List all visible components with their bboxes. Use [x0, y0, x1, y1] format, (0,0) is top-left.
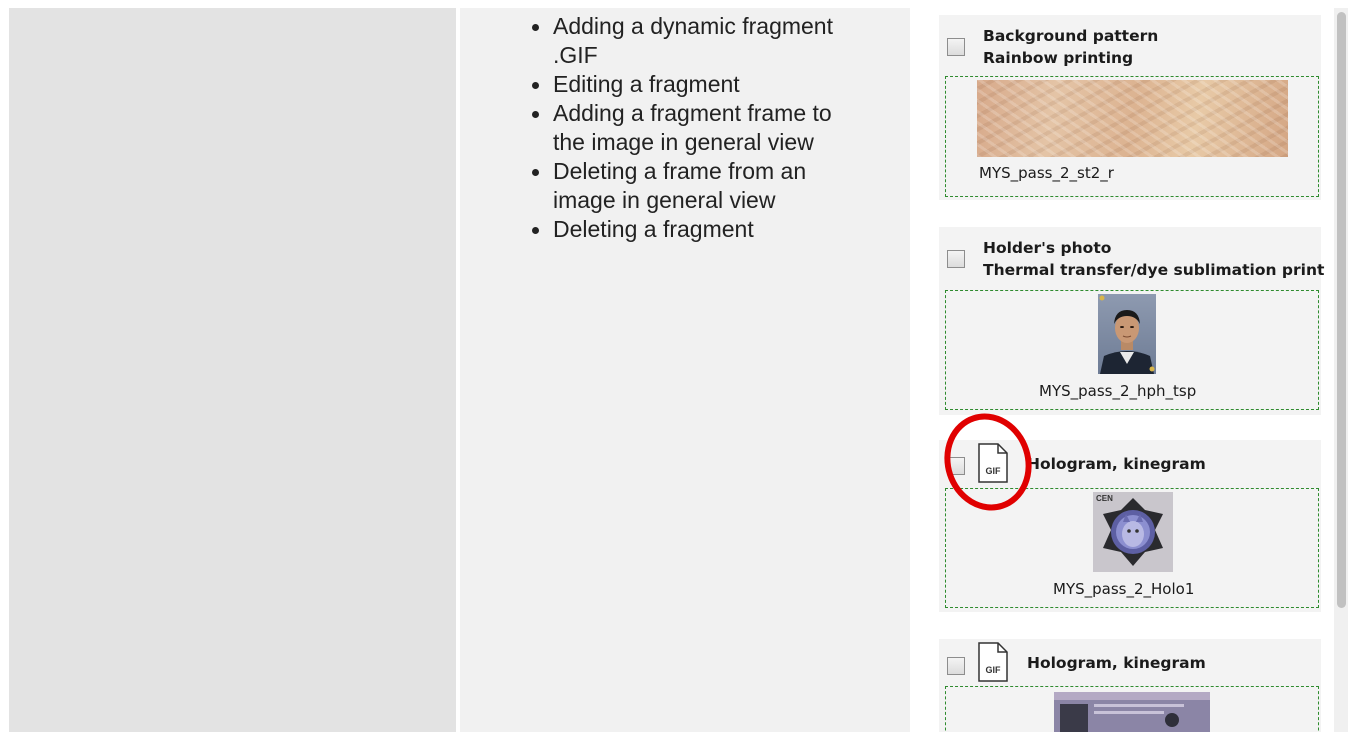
card-title: Holder's photo Thermal transfer/dye subl… [983, 239, 1325, 279]
nav-item-deleting-frame[interactable]: Deleting a frame from an image in genera… [530, 157, 860, 215]
fragment-frame[interactable]: MYS_pass_2_st2_r [945, 76, 1319, 197]
fragment-checkbox[interactable] [947, 657, 965, 675]
fragment-frame[interactable]: MYS_pass_2_hph_tsp [945, 290, 1319, 410]
document-thumbnail[interactable] [1054, 692, 1210, 732]
svg-text:CEN: CEN [1096, 494, 1113, 503]
help-navigation-panel: Adding a dynamic fragment .GIF Editing a… [460, 8, 910, 732]
fragment-card: Background pattern Rainbow printing MYS_… [939, 15, 1321, 200]
fragment-checkbox[interactable] [947, 250, 965, 268]
fragment-thumbnail[interactable] [977, 80, 1288, 157]
nav-item-editing-fragment[interactable]: Editing a fragment [530, 70, 860, 99]
holder-photo-thumbnail[interactable] [1098, 294, 1156, 374]
hologram-thumbnail[interactable]: CEN [1093, 492, 1173, 572]
scrollbar-thumb[interactable] [1337, 12, 1346, 608]
card-title: Hologram, kinegram [1027, 455, 1206, 473]
fragment-name: MYS_pass_2_hph_tsp [1039, 382, 1197, 400]
gif-file-icon: GIF [978, 642, 1008, 682]
nav-item-adding-fragment-frame[interactable]: Adding a fragment frame to the image in … [530, 99, 860, 157]
fragment-card: Holder's photo Thermal transfer/dye subl… [939, 227, 1325, 415]
vertical-scrollbar[interactable] [1334, 8, 1348, 732]
card-title: Background pattern Rainbow printing [983, 27, 1159, 67]
help-topic-list: Adding a dynamic fragment .GIF Editing a… [530, 12, 860, 244]
svg-text:GIF: GIF [986, 466, 1002, 476]
card-header: GIF Hologram, kinegram [939, 639, 1321, 687]
svg-text:GIF: GIF [986, 665, 1002, 675]
fragment-name: MYS_pass_2_st2_r [979, 164, 1114, 182]
fragment-name: MYS_pass_2_Holo1 [1053, 580, 1195, 598]
gif-file-icon: GIF [978, 443, 1008, 483]
fragment-checkbox[interactable] [947, 38, 965, 56]
nav-item-adding-dynamic-fragment[interactable]: Adding a dynamic fragment .GIF [530, 12, 860, 70]
fragment-checkbox[interactable] [947, 457, 965, 475]
nav-item-deleting-fragment[interactable]: Deleting a fragment [530, 215, 860, 244]
fragment-card: GIF Hologram, kinegram CEN MYS_pass_2_Ho… [939, 440, 1321, 612]
card-title: Hologram, kinegram [1027, 654, 1206, 672]
card-header: Background pattern Rainbow printing [939, 15, 1321, 75]
fragment-frame[interactable] [945, 686, 1319, 732]
fragments-panel: Background pattern Rainbow printing MYS_… [913, 8, 1363, 732]
fragment-frame[interactable]: CEN MYS_pass_2_Holo1 [945, 488, 1319, 608]
card-header: Holder's photo Thermal transfer/dye subl… [939, 227, 1325, 289]
fragment-card: GIF Hologram, kinegram [939, 639, 1321, 732]
card-header: GIF Hologram, kinegram [939, 440, 1321, 488]
left-panel [9, 8, 456, 732]
